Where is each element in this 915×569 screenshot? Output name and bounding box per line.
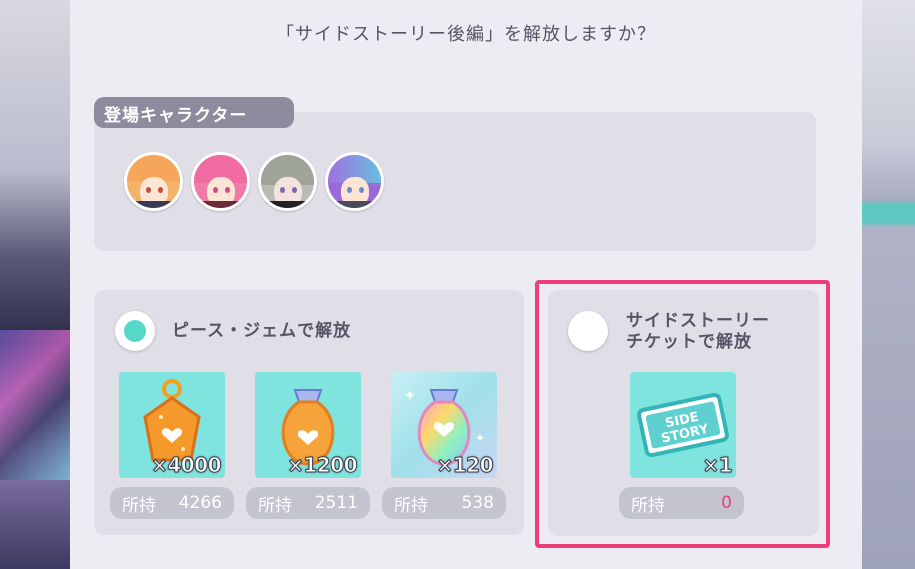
svg-text:✦: ✦ — [475, 431, 485, 445]
owned-count-badge: 所持 4266 — [110, 487, 234, 519]
character-avatar — [124, 152, 183, 211]
background-left — [0, 0, 70, 569]
orange-piece-item: ×4000 — [119, 372, 225, 478]
item-quantity: ×1 — [702, 453, 733, 478]
characters-tag: 登場キャラクター — [94, 97, 294, 128]
owned-value: 538 — [461, 493, 494, 513]
item-quantity: ×120 — [436, 453, 494, 478]
ticket-unlock-option[interactable]: サイドストーリー チケットで解放 SIDE STORY ×1 所持 0 — [548, 290, 819, 536]
owned-label: 所持 — [394, 495, 428, 516]
character-avatar — [258, 152, 317, 211]
gem-option-label: ピース・ジェムで解放 — [172, 321, 352, 341]
character-avatar — [325, 152, 384, 211]
ticket-option-label-line1: サイドストーリー — [626, 311, 770, 331]
gem-option-radio[interactable] — [115, 311, 155, 351]
owned-count-badge: 所持 2511 — [246, 487, 370, 519]
owned-value: 4266 — [178, 493, 222, 513]
characters-panel — [94, 112, 816, 251]
dialog-question: 「サイドストーリー後編」を解放しますか？ — [276, 24, 656, 45]
ticket-option-label: サイドストーリー チケットで解放 — [626, 311, 770, 353]
item-quantity: ×4000 — [151, 453, 222, 478]
unlock-dialog: 「サイドストーリー後編」を解放しますか？ 登場キャラクター ピース・ジェムで解放… — [70, 0, 862, 569]
owned-count-badge: 所持 538 — [382, 487, 506, 519]
character-avatar — [191, 152, 250, 211]
side-story-ticket-item: SIDE STORY ×1 — [630, 372, 736, 478]
rainbow-gem-item: ✦ ✦ ×120 — [391, 372, 497, 478]
owned-count-badge: 所持 0 — [619, 487, 744, 519]
owned-label: 所持 — [122, 495, 156, 516]
owned-label: 所持 — [258, 495, 292, 516]
owned-value: 0 — [721, 493, 732, 513]
owned-label: 所持 — [631, 495, 665, 516]
orange-gem-item: ×1200 — [255, 372, 361, 478]
character-avatar-list — [124, 152, 384, 211]
owned-value: 2511 — [314, 493, 358, 513]
item-quantity: ×1200 — [287, 453, 358, 478]
background-right — [855, 0, 915, 569]
ticket-option-radio[interactable] — [568, 311, 608, 351]
gem-unlock-option[interactable]: ピース・ジェムで解放 ×4000 所持 4266 ×1200 所持 2511 ✦… — [94, 290, 524, 535]
svg-text:✦: ✦ — [404, 388, 416, 404]
ticket-option-label-line2: チケットで解放 — [626, 332, 752, 352]
